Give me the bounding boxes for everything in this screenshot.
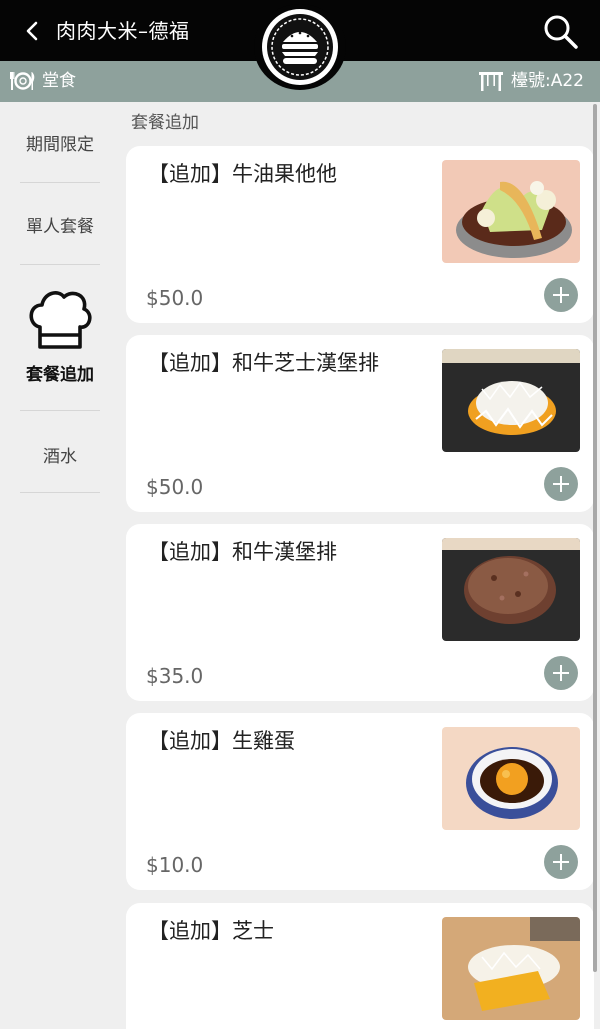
product-price: $50.0 xyxy=(146,475,204,499)
add-button[interactable] xyxy=(544,656,578,690)
product-name: 【追加】和牛漢堡排 xyxy=(148,540,337,564)
product-price: $35.0 xyxy=(146,664,204,688)
category-single-set[interactable]: 單人套餐 xyxy=(20,212,100,237)
product-image-wagyu-cheese-hamburg xyxy=(442,349,580,452)
dine-in-label: 堂食 xyxy=(42,71,76,91)
product-card[interactable]: 【追加】牛油果他他 $50.0 xyxy=(126,146,594,323)
category-drinks[interactable]: 酒水 xyxy=(20,442,100,467)
product-image-raw-egg xyxy=(442,727,580,830)
product-name: 【追加】生雞蛋 xyxy=(148,729,295,753)
category-set-addon[interactable]: 套餐追加 xyxy=(20,360,100,385)
product-card[interactable]: 【追加】芝士 xyxy=(126,903,594,1029)
search-icon xyxy=(544,15,578,49)
add-button[interactable] xyxy=(544,278,578,312)
category-limited[interactable]: 期間限定 xyxy=(20,130,100,155)
add-button[interactable] xyxy=(544,467,578,501)
restaurant-logo xyxy=(254,4,346,90)
product-price: $10.0 xyxy=(146,853,204,877)
product-price: $50.0 xyxy=(146,286,204,310)
plate-cutlery-icon xyxy=(10,72,35,90)
product-name: 【追加】牛油果他他 xyxy=(148,162,337,186)
product-card[interactable]: 【追加】和牛漢堡排 $35.0 xyxy=(126,524,594,701)
logo-badge xyxy=(262,9,338,85)
product-name: 【追加】和牛芝士漢堡排 xyxy=(148,351,379,375)
product-card[interactable]: 【追加】和牛芝士漢堡排 $50.0 xyxy=(126,335,594,512)
section-title: 套餐追加 xyxy=(131,113,199,133)
shop-title: 肉肉大米–德福 xyxy=(56,19,190,43)
category-divider xyxy=(20,182,100,183)
chevron-left-icon xyxy=(26,21,38,41)
scrollbar[interactable] xyxy=(593,104,597,972)
category-sidebar: 期間限定 單人套餐 套餐追加 酒水 xyxy=(0,102,120,1029)
burger-logo-icon xyxy=(267,14,333,80)
product-name: 【追加】芝士 xyxy=(148,919,274,943)
add-button[interactable] xyxy=(544,845,578,879)
category-divider xyxy=(20,264,100,265)
chef-hat-icon xyxy=(29,291,92,349)
product-card[interactable]: 【追加】生雞蛋 $10.0 xyxy=(126,713,594,890)
product-image-cheese xyxy=(442,917,580,1020)
category-divider xyxy=(20,492,100,493)
product-image-wagyu-hamburg xyxy=(442,538,580,641)
category-divider xyxy=(20,410,100,411)
table-number: 檯號:A22 xyxy=(511,71,584,91)
table-icon xyxy=(479,72,503,91)
back-button[interactable] xyxy=(18,16,46,46)
search-button[interactable] xyxy=(541,12,581,52)
product-image-avocado-tartare xyxy=(442,160,580,263)
